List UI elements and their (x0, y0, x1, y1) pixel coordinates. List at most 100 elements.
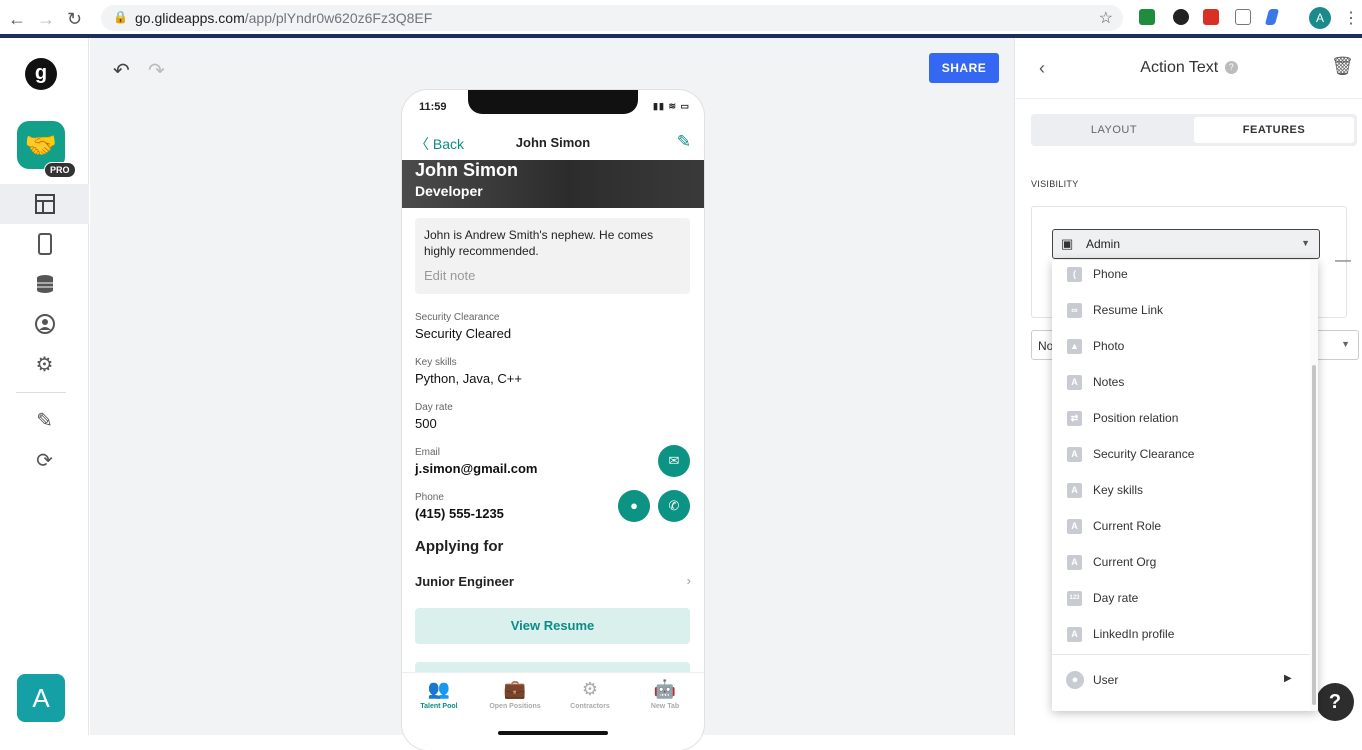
tab-new-tab[interactable]: 🤖 New Tab (630, 679, 700, 710)
remove-condition-icon[interactable]: — (1335, 252, 1351, 270)
tab-open-positions[interactable]: 💼 Open Positions (480, 679, 550, 710)
back-arrow-icon[interactable]: ← (8, 9, 26, 30)
feather-extension-icon[interactable] (1264, 9, 1280, 25)
pro-badge: PRO (44, 162, 76, 178)
call-button[interactable]: ✆ (658, 490, 690, 522)
reader-extension-icon[interactable] (1235, 9, 1251, 25)
edit-pencil-icon[interactable]: ✎ (677, 132, 691, 152)
trash-icon[interactable]: 🗑 (1331, 56, 1354, 77)
lock-icon: 🔒 (113, 10, 128, 24)
extension-icon[interactable] (1173, 9, 1189, 25)
glide-logo[interactable]: g (25, 58, 57, 90)
dropdown-divider (1052, 654, 1310, 655)
text-column-icon: A (1067, 519, 1082, 534)
user-avatar[interactable]: A (17, 674, 65, 722)
message-button[interactable]: ● (618, 490, 650, 522)
phone-icon[interactable] (0, 224, 89, 264)
forward-arrow-icon[interactable]: → (37, 9, 55, 30)
layout-icon[interactable] (0, 184, 89, 224)
tab-features[interactable]: FEATURES (1194, 117, 1354, 143)
panel-divider (1015, 98, 1362, 99)
user-circle-icon[interactable] (0, 304, 89, 344)
database-icon[interactable] (0, 264, 89, 304)
text-column-icon: A (1067, 555, 1082, 570)
layout-features-toggle: LAYOUT FEATURES (1031, 114, 1357, 146)
visibility-column-select[interactable]: ▣ Admin ▼ (1052, 229, 1320, 259)
help-button[interactable]: ? (1316, 683, 1354, 721)
link-icon: ∞ (1067, 303, 1082, 318)
dropdown-item-day-rate[interactable]: 123 Day rate (1052, 580, 1310, 616)
dropdown-item-label: Notes (1093, 375, 1125, 389)
dropdown-item-user[interactable]: User (1093, 673, 1118, 687)
address-bar[interactable]: 🔒 go.glideapps.com/app/plYndr0w620z6Fz3Q… (101, 5, 1123, 31)
column-dropdown-menu: ( Phone ∞ Resume Link ▲ Photo A Notes ⇄ … (1052, 260, 1318, 711)
help-circle-icon[interactable]: ? (1224, 61, 1238, 75)
redo-icon[interactable]: ↷ (148, 58, 165, 83)
chat-bubble-icon: ● (630, 498, 638, 513)
nav-divider (16, 392, 66, 393)
share-button[interactable]: SHARE (929, 53, 999, 83)
email-button[interactable]: ✉ (658, 445, 690, 477)
panel-title: Action Text ? (1015, 59, 1362, 77)
relation-icon: ⇄ (1067, 411, 1082, 426)
bookmark-star-icon[interactable]: ☆ (1099, 8, 1113, 28)
dropdown-item-security-clearance[interactable]: A Security Clearance (1052, 436, 1310, 472)
url-path: /app/plYndr0w620z6Fz3Q8EF (244, 10, 433, 26)
view-resume-button[interactable]: View Resume (415, 608, 690, 644)
chevron-down-icon: ▼ (1301, 238, 1310, 248)
dropdown-item-key-skills[interactable]: A Key skills (1052, 472, 1310, 508)
dropdown-item-notes[interactable]: A Notes (1052, 364, 1310, 400)
url-domain: go.glideapps.com (135, 10, 245, 26)
field-value: Python, Java, C++ (415, 371, 522, 386)
field-value: 500 (415, 416, 437, 431)
field-value: j.simon@gmail.com (415, 461, 538, 476)
gear-icon[interactable]: ⚙ (0, 344, 89, 384)
reload-icon[interactable]: ↻ (67, 9, 82, 30)
list-item[interactable]: Junior Engineer › (415, 573, 691, 589)
briefcase-icon: 💼 (503, 679, 527, 699)
dropdown-item-phone[interactable]: ( Phone (1052, 260, 1310, 292)
tab-label: Open Positions (489, 703, 541, 710)
edit-note-field[interactable]: Edit note (424, 268, 681, 283)
dropdown-item-current-role[interactable]: A Current Role (1052, 508, 1310, 544)
robot-icon: 🤖 (653, 679, 677, 699)
dropdown-item-position-relation[interactable]: ⇄ Position relation (1052, 400, 1310, 436)
text-column-icon: A (1067, 447, 1082, 462)
profile-avatar[interactable]: A (1309, 7, 1331, 29)
hero-role: Developer (415, 183, 483, 199)
dropdown-scrollbar-thumb[interactable] (1312, 365, 1316, 705)
field-label: Day rate (415, 402, 453, 413)
dropdown-item-label: Key skills (1093, 483, 1144, 497)
sheets-extension-icon[interactable] (1139, 9, 1155, 25)
phone-preview: 11:59 ▮▮ ≋ ▭ 〈 Back John Simon ✎ John Si… (402, 90, 704, 750)
dropdown-item-current-org[interactable]: A Current Org (1052, 544, 1310, 580)
pencil-icon[interactable]: ✎ (0, 400, 89, 440)
field-key-skills: Key skills Python, Java, C++ (415, 357, 690, 386)
field-security-clearance: Security Clearance Security Cleared (415, 312, 690, 341)
tab-talent-pool[interactable]: 👥 Talent Pool (404, 679, 474, 710)
field-label: Security Clearance (415, 312, 500, 323)
dropdown-item-linkedin-profile[interactable]: A LinkedIn profile (1052, 616, 1310, 652)
browser-menu-icon[interactable]: ⋮ (1343, 8, 1359, 28)
dropdown-item-label: Current Role (1093, 519, 1162, 533)
status-bar: 11:59 ▮▮ ≋ ▭ (402, 90, 704, 122)
head-gear-icon: ⚙ (581, 679, 599, 699)
user-avatar-icon: ● (1066, 671, 1084, 689)
dropdown-item-resume-link[interactable]: ∞ Resume Link (1052, 292, 1310, 328)
field-value: Security Cleared (415, 326, 512, 341)
dropdown-item-label: Position relation (1093, 411, 1179, 425)
builder-canvas: ↶ ↷ SHARE 11:59 ▮▮ ≋ ▭ 〈 Back John Simon… (90, 38, 1014, 750)
pdf-extension-icon[interactable] (1203, 9, 1219, 25)
visibility-label: VISIBILITY (1031, 179, 1079, 189)
caret-right-icon[interactable]: ▶ (1284, 673, 1292, 684)
dropdown-item-photo[interactable]: ▲ Photo (1052, 328, 1310, 364)
text-column-icon: A (1067, 483, 1082, 498)
note-box[interactable]: John is Andrew Smith's nephew. He comes … (415, 218, 690, 294)
undo-icon[interactable]: ↶ (113, 58, 130, 83)
tab-label: New Tab (650, 703, 680, 710)
phone-notch (468, 90, 638, 114)
tab-layout[interactable]: LAYOUT (1034, 117, 1194, 143)
sync-icon[interactable]: ⟳ (0, 440, 89, 480)
phone-column-icon: ( (1067, 267, 1082, 282)
tab-contractors[interactable]: ⚙ Contractors (555, 679, 625, 710)
